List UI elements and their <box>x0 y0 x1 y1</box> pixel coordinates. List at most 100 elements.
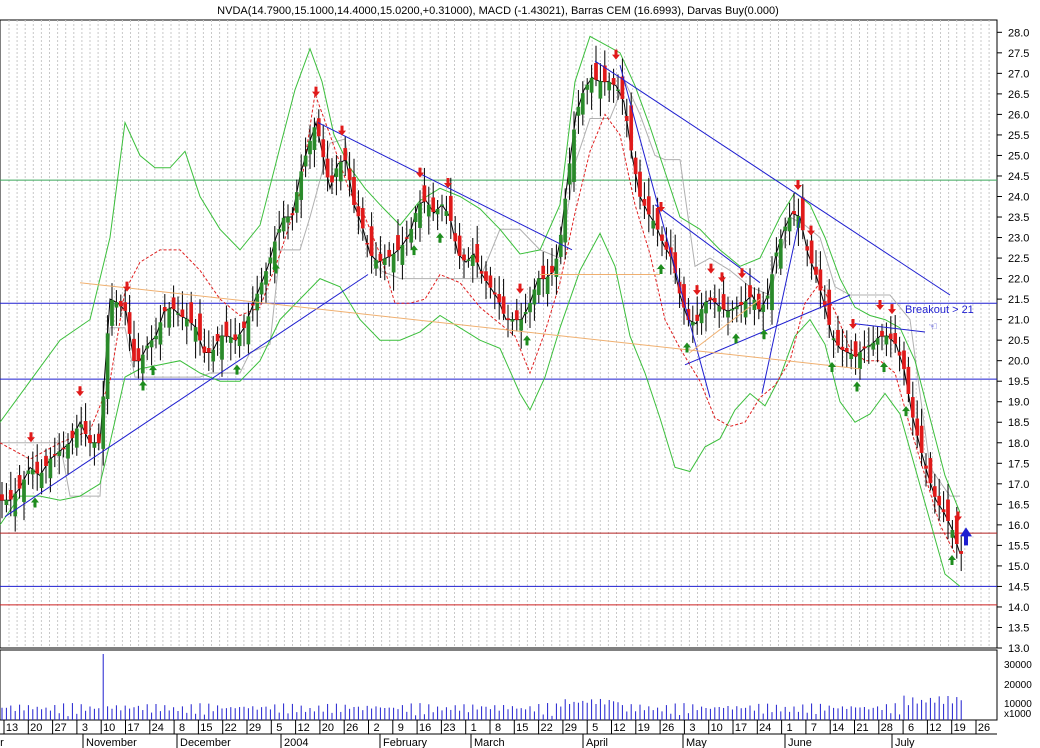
candle-body <box>937 495 942 506</box>
candle-body <box>528 302 532 313</box>
y-tick-label: 17.5 <box>1008 458 1029 470</box>
x-day-label: 19 <box>638 722 650 734</box>
candle-body <box>224 321 229 337</box>
candle-body <box>545 276 550 294</box>
candle-body <box>660 234 664 241</box>
y-tick-label: 23.5 <box>1008 212 1029 224</box>
candle-body <box>563 198 568 243</box>
candle-body <box>391 253 396 273</box>
candle-body <box>523 311 528 315</box>
y-tick-label: 18.5 <box>1008 417 1029 429</box>
y-tick-label: 17.0 <box>1008 479 1029 491</box>
candle-body <box>114 302 119 308</box>
candle-body <box>132 338 136 361</box>
x-day-label: 13 <box>6 722 18 734</box>
candle-body <box>365 242 370 245</box>
candle-body <box>352 176 356 205</box>
candle-body <box>404 237 409 239</box>
candle-body <box>140 354 145 374</box>
candle-body <box>206 348 211 353</box>
candle-body <box>651 220 656 229</box>
candle-body <box>176 313 180 315</box>
volume-tick-label: 30000 <box>1004 660 1032 671</box>
candle-body <box>805 246 810 251</box>
candle-body <box>299 171 304 200</box>
candle-body <box>532 289 537 305</box>
candle-body <box>30 469 35 475</box>
candle-body <box>237 334 242 347</box>
candle-body <box>444 211 449 216</box>
candle-body <box>360 208 365 229</box>
y-tick-label: 24.5 <box>1008 171 1029 183</box>
candle-body <box>831 338 836 341</box>
candle-body <box>189 302 194 324</box>
candle-body <box>44 455 48 467</box>
stock-chart: 13.0 13.5 14.0 14.5 15.0 15.5 16.0 16.5 17.0 17.5… <box>0 5 1032 748</box>
volume-tick-label: 20000 <box>1004 680 1032 691</box>
candle-body <box>792 210 796 215</box>
y-tick-label: 13.5 <box>1008 622 1029 634</box>
candle-body <box>611 78 616 85</box>
x-day-label: 14 <box>832 722 844 734</box>
x-day-label: 1 <box>787 722 793 734</box>
candle-body <box>13 493 18 517</box>
candle-body <box>884 335 889 345</box>
price-panel <box>0 19 998 649</box>
candle-body <box>704 301 708 314</box>
candle-body <box>154 335 158 340</box>
candle-body <box>576 106 581 116</box>
candle-body <box>906 366 911 394</box>
candle-body <box>413 213 418 222</box>
candle-body <box>66 444 70 459</box>
y-tick-label: 14.5 <box>1008 581 1029 593</box>
candle-body <box>426 204 431 217</box>
candle-body <box>770 274 774 311</box>
y-tick-label: 19.0 <box>1008 397 1029 409</box>
x-day-label: 5 <box>592 722 598 734</box>
candle-body <box>510 319 515 322</box>
y-tick-label: 21.0 <box>1008 315 1029 327</box>
candle-body <box>422 185 427 202</box>
candle-body <box>400 244 405 265</box>
candle-body <box>844 348 849 353</box>
candle-body <box>250 303 255 306</box>
candle-body <box>448 195 453 221</box>
candle-body <box>910 397 915 418</box>
x-day-label: 21 <box>856 722 868 734</box>
hand-pointer-icon: ☜ <box>928 321 938 333</box>
y-tick-label: 15.0 <box>1008 561 1029 573</box>
candle-body <box>387 249 392 257</box>
x-month-label: er <box>0 737 4 748</box>
candle-body <box>202 346 207 353</box>
x-day-label: 12 <box>297 722 309 734</box>
y-tick-label: 28.0 <box>1008 27 1029 39</box>
candle-body <box>440 204 444 206</box>
candle-body <box>171 297 176 310</box>
candle-body <box>118 300 123 307</box>
candle-body <box>739 301 744 305</box>
candle-body <box>378 253 383 262</box>
candle-body <box>259 282 264 295</box>
x-day-label: 27 <box>54 722 66 734</box>
candle-body <box>541 265 546 279</box>
candle-body <box>646 196 651 215</box>
x-month-label: November <box>86 737 137 748</box>
x-month-label: April <box>586 737 608 748</box>
candle-body <box>242 321 246 329</box>
candle-body <box>492 292 497 295</box>
candle-body <box>22 479 26 502</box>
candle-body <box>734 306 739 310</box>
y-tick-label: 25.5 <box>1008 130 1029 142</box>
candle-body <box>74 428 79 448</box>
candle-body <box>325 158 330 178</box>
candle-body <box>862 346 867 349</box>
candle-body <box>880 330 884 337</box>
candle-body <box>193 327 198 342</box>
candle-body <box>717 306 722 312</box>
candle-body <box>875 338 880 345</box>
candle-body <box>598 81 603 99</box>
x-day-label: 16 <box>419 722 431 734</box>
x-day-label: 8 <box>179 722 185 734</box>
candle-body <box>550 265 554 273</box>
candle-body <box>888 333 893 340</box>
